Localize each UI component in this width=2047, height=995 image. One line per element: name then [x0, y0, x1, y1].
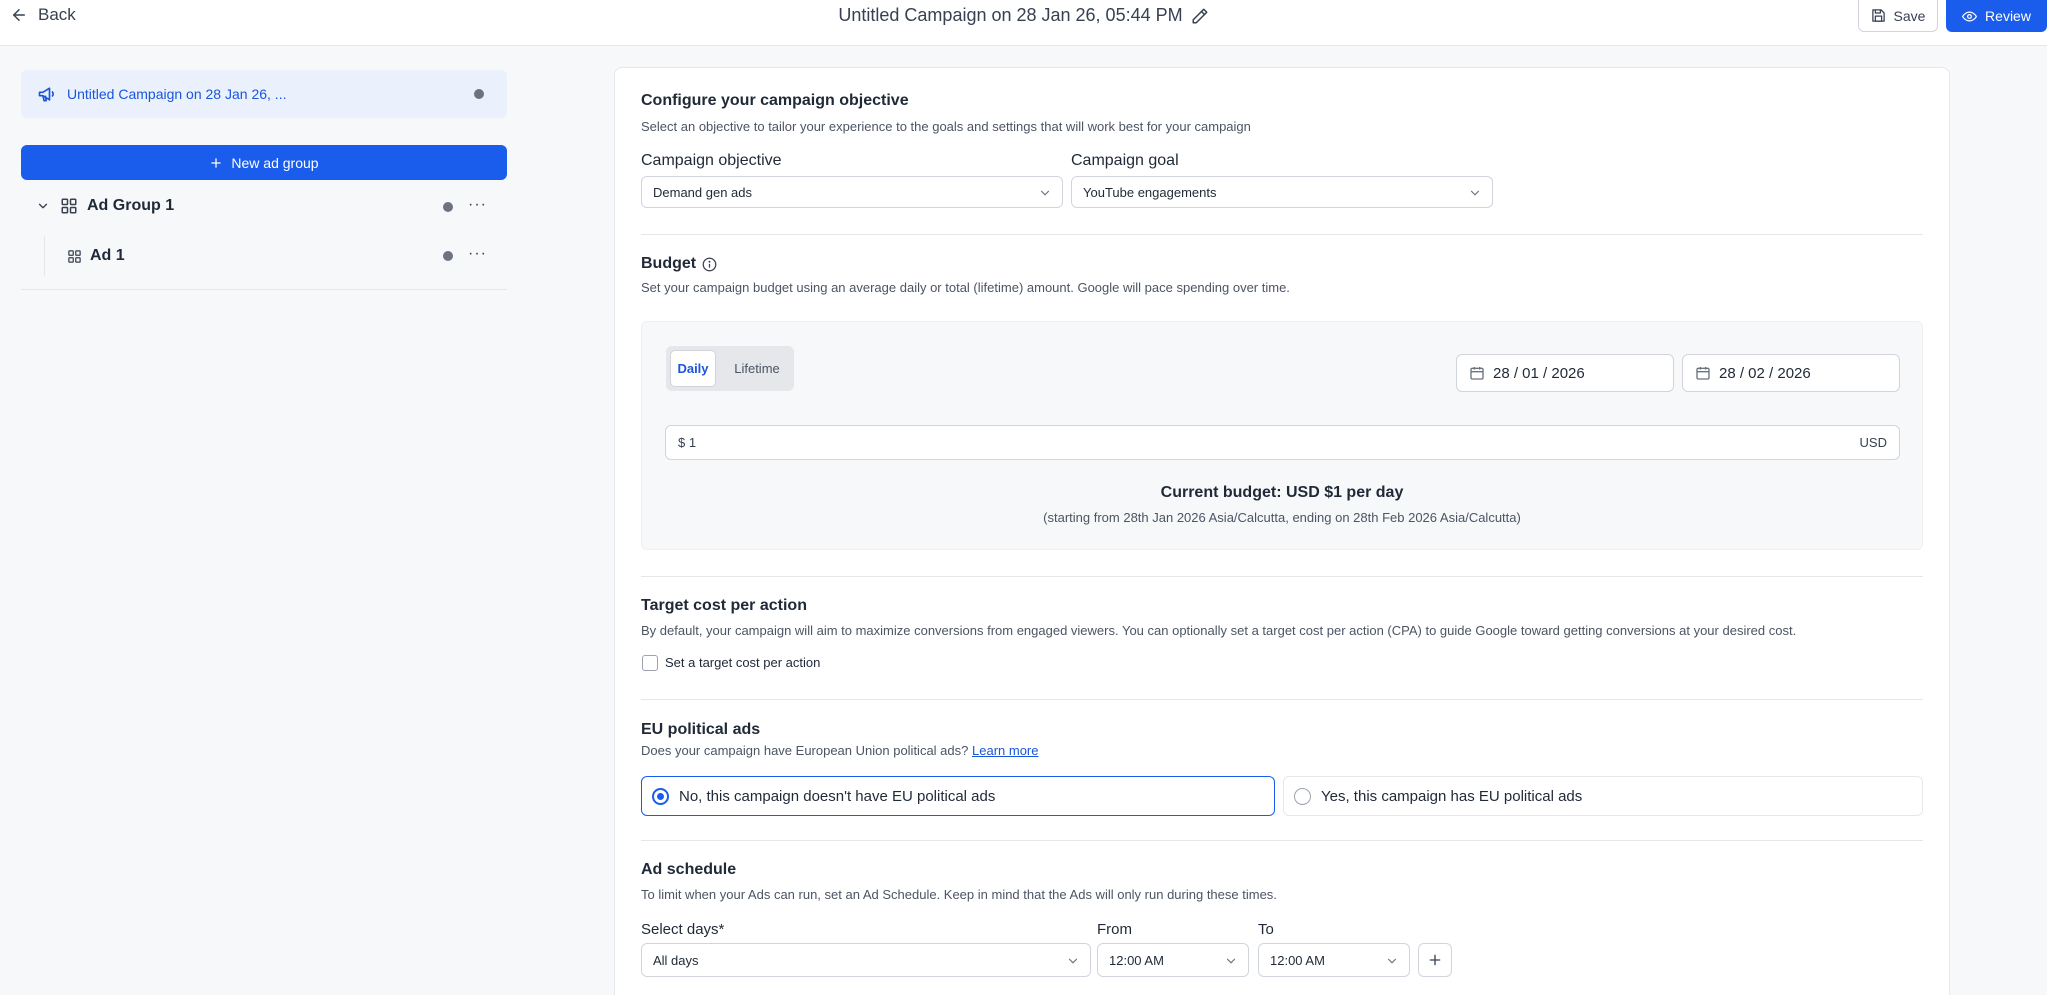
- top-bar: Back Untitled Campaign on 28 Jan 26, 05:…: [0, 0, 2047, 46]
- status-dot: [443, 202, 453, 212]
- eye-icon: [1962, 10, 1978, 22]
- start-date-value: 28 / 01 / 2026: [1493, 364, 1585, 382]
- budget-heading: Budget: [641, 255, 717, 273]
- end-date-value: 28 / 02 / 2026: [1719, 364, 1811, 382]
- from-time-dropdown[interactable]: 12:00 AM: [1097, 943, 1249, 977]
- plus-icon: [1429, 954, 1441, 966]
- chevron-down-icon: [1040, 190, 1050, 196]
- chevron-down-icon[interactable]: [36, 199, 50, 213]
- section-divider: [641, 234, 1923, 235]
- campaign-objective-value: Demand gen ads: [653, 184, 753, 200]
- plus-icon: [211, 157, 222, 168]
- add-schedule-button[interactable]: [1418, 943, 1452, 977]
- chevron-down-icon: [1387, 958, 1397, 964]
- budget-amount-value: $ 1: [678, 435, 697, 450]
- radio-unselected[interactable]: [1294, 787, 1311, 805]
- objective-heading: Configure your campaign objective: [641, 92, 909, 109]
- tab-lifetime[interactable]: Lifetime: [724, 350, 790, 387]
- ad-schedule-description: To limit when your Ads can run, set an A…: [641, 887, 1277, 902]
- to-time-dropdown[interactable]: 12:00 AM: [1258, 943, 1410, 977]
- review-label: Review: [1985, 8, 2031, 24]
- cpa-heading: Target cost per action: [641, 597, 807, 614]
- ad-name: Ad 1: [90, 247, 125, 264]
- campaign-title-text: Untitled Campaign on 28 Jan 26, 05:44 PM: [838, 5, 1183, 25]
- budget-date-range-text: (starting from 28th Jan 2026 Asia/Calcut…: [1043, 510, 1521, 525]
- campaign-goal-label: Campaign goal: [1071, 152, 1179, 169]
- chevron-down-icon: [1226, 958, 1236, 964]
- campaign-objective-label: Campaign objective: [641, 152, 782, 169]
- start-date-input[interactable]: 28 / 01 / 2026: [1456, 354, 1674, 392]
- tree-connector: [44, 236, 45, 276]
- radio-selected[interactable]: [652, 787, 669, 805]
- eu-political-question-text: Does your campaign have European Union p…: [641, 743, 969, 758]
- campaign-title: Untitled Campaign on 28 Jan 26, 05:44 PM: [0, 5, 2047, 26]
- to-time-value: 12:00 AM: [1270, 952, 1325, 968]
- more-options-icon[interactable]: ···: [468, 245, 487, 263]
- save-icon: [1871, 9, 1885, 22]
- tab-daily[interactable]: Daily: [670, 350, 716, 387]
- end-date-input[interactable]: 28 / 02 / 2026: [1682, 354, 1900, 392]
- cpa-description: By default, your campaign will aim to ma…: [641, 623, 1797, 638]
- campaign-objective-select[interactable]: Demand gen ads: [641, 176, 1063, 208]
- grid-icon: [68, 249, 81, 263]
- new-ad-group-button[interactable]: New ad group: [21, 145, 507, 180]
- from-label: From: [1097, 921, 1132, 938]
- save-button[interactable]: Save: [1858, 0, 1938, 32]
- campaign-goal-value: YouTube engagements: [1083, 184, 1217, 200]
- eu-political-option-yes[interactable]: Yes, this campaign has EU political ads: [1283, 776, 1923, 816]
- chevron-down-icon: [1470, 190, 1480, 196]
- campaign-goal-select[interactable]: YouTube engagements: [1071, 176, 1493, 208]
- calendar-icon: [1470, 367, 1484, 380]
- ad-group-name: Ad Group 1: [87, 197, 175, 214]
- currency-label: USD: [1859, 435, 1887, 450]
- section-divider: [641, 699, 1923, 700]
- sidebar-item-ad-group-1[interactable]: Ad Group 1: [36, 197, 174, 215]
- sidebar-divider: [21, 289, 507, 290]
- save-label: Save: [1893, 7, 1926, 24]
- from-time-value: 12:00 AM: [1109, 952, 1164, 968]
- review-button[interactable]: Review: [1946, 0, 2047, 32]
- calendar-icon: [1696, 367, 1710, 380]
- sidebar-campaign-item[interactable]: Untitled Campaign on 28 Jan 26, ...: [21, 70, 507, 118]
- current-budget-summary: Current budget: USD $1 per day: [1160, 484, 1404, 501]
- grid-icon: [61, 198, 77, 214]
- eu-political-option-no[interactable]: No, this campaign doesn't have EU politi…: [641, 776, 1275, 816]
- budget-amount-input[interactable]: $ 1 USD: [665, 425, 1900, 460]
- eu-political-heading: EU political ads: [641, 721, 761, 738]
- new-ad-group-label: New ad group: [231, 154, 319, 171]
- status-dot: [443, 251, 453, 261]
- eu-political-option-yes-label: Yes, this campaign has EU political ads: [1321, 787, 1583, 805]
- section-divider: [641, 576, 1923, 577]
- select-days-value: All days: [653, 952, 699, 968]
- target-cpa-label: Set a target cost per action: [665, 655, 821, 670]
- pencil-icon[interactable]: [1191, 7, 1209, 25]
- select-days-dropdown[interactable]: All days: [641, 943, 1091, 977]
- megaphone-icon: [38, 87, 54, 102]
- sidebar-campaign-label: Untitled Campaign on 28 Jan 26, ...: [67, 86, 287, 102]
- info-icon[interactable]: [702, 257, 717, 272]
- select-days-label: Select days*: [641, 921, 725, 938]
- more-options-icon[interactable]: ···: [468, 196, 487, 214]
- chevron-down-icon: [1068, 958, 1078, 964]
- learn-more-link[interactable]: Learn more: [972, 743, 1038, 758]
- status-dot: [474, 89, 484, 99]
- budget-heading-text: Budget: [641, 255, 697, 272]
- eu-political-option-no-label: No, this campaign doesn't have EU politi…: [679, 787, 996, 805]
- sidebar-item-ad-1[interactable]: Ad 1: [67, 247, 125, 265]
- budget-description: Set your campaign budget using an averag…: [641, 280, 1290, 295]
- objective-description: Select an objective to tailor your exper…: [641, 119, 1251, 134]
- target-cpa-checkbox[interactable]: [642, 655, 658, 671]
- eu-political-question: Does your campaign have European Union p…: [641, 743, 1038, 758]
- section-divider: [641, 840, 1923, 841]
- ad-schedule-heading: Ad schedule: [641, 861, 737, 878]
- to-label: To: [1258, 921, 1274, 938]
